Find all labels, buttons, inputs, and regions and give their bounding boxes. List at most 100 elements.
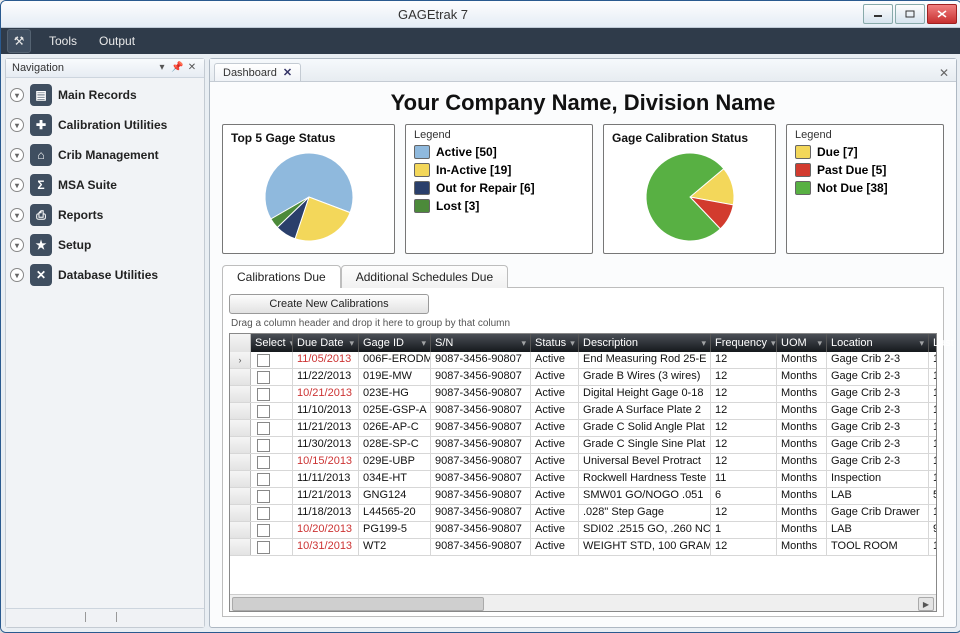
cell-select[interactable] xyxy=(251,505,293,521)
nav-item[interactable]: ▾✕Database Utilities xyxy=(8,260,202,290)
table-row[interactable]: 11/22/2013019E-MW9087-3456-90807ActiveGr… xyxy=(230,369,936,386)
window-close-button[interactable] xyxy=(927,4,957,24)
window-maximize-button[interactable] xyxy=(895,4,925,24)
cell-select[interactable] xyxy=(251,403,293,419)
col-due-date[interactable]: Due Date▾ xyxy=(293,334,359,352)
cell-select[interactable] xyxy=(251,386,293,402)
checkbox[interactable] xyxy=(257,405,270,418)
filter-icon[interactable]: ▾ xyxy=(570,338,575,349)
cell-select[interactable] xyxy=(251,369,293,385)
navigation-close-icon[interactable]: ✕ xyxy=(186,62,198,74)
nav-item[interactable]: ▾▤Main Records xyxy=(8,80,202,110)
window-minimize-button[interactable] xyxy=(863,4,893,24)
nav-item[interactable]: ▾ΣMSA Suite xyxy=(8,170,202,200)
filter-icon[interactable]: ▾ xyxy=(771,338,776,349)
chevron-down-icon[interactable]: ▾ xyxy=(10,208,24,222)
checkbox[interactable] xyxy=(257,473,270,486)
col-gage-id[interactable]: Gage ID▾ xyxy=(359,334,431,352)
filter-icon[interactable]: ▾ xyxy=(349,338,354,349)
table-row[interactable]: 11/11/2013034E-HT9087-3456-90807ActiveRo… xyxy=(230,471,936,488)
col-location[interactable]: Location▾ xyxy=(827,334,929,352)
cell-select[interactable] xyxy=(251,352,293,368)
table-row[interactable]: 11/30/2013028E-SP-C9087-3456-90807Active… xyxy=(230,437,936,454)
filter-icon[interactable]: ▾ xyxy=(817,338,822,349)
table-row[interactable]: 11/21/2013GNG1249087-3456-90807ActiveSMW… xyxy=(230,488,936,505)
checkbox[interactable] xyxy=(257,439,270,452)
scroll-right-icon[interactable]: ▶ xyxy=(918,597,934,611)
navigation-dropdown-icon[interactable]: ▾ xyxy=(156,62,168,74)
row-header[interactable] xyxy=(230,471,251,487)
checkbox[interactable] xyxy=(257,388,270,401)
checkbox[interactable] xyxy=(257,507,270,520)
row-header[interactable]: › xyxy=(230,352,251,368)
col-last-calibration[interactable]: Last Calibration▾ xyxy=(929,334,956,352)
cell-select[interactable] xyxy=(251,522,293,538)
nav-item[interactable]: ▾⎙Reports xyxy=(8,200,202,230)
row-header[interactable] xyxy=(230,437,251,453)
nav-item[interactable]: ▾★Setup xyxy=(8,230,202,260)
col-description[interactable]: Description▾ xyxy=(579,334,711,352)
table-row[interactable]: 11/18/2013L44565-209087-3456-90807Active… xyxy=(230,505,936,522)
filter-icon[interactable]: ▾ xyxy=(701,338,706,349)
row-header[interactable] xyxy=(230,386,251,402)
row-header[interactable] xyxy=(230,488,251,504)
checkbox[interactable] xyxy=(257,371,270,384)
col-sn[interactable]: S/N▾ xyxy=(431,334,531,352)
table-row[interactable]: 11/10/2013025E-GSP-A9087-3456-90807Activ… xyxy=(230,403,936,420)
row-header[interactable] xyxy=(230,454,251,470)
row-header[interactable] xyxy=(230,505,251,521)
cell-select[interactable] xyxy=(251,471,293,487)
cell-select[interactable] xyxy=(251,488,293,504)
table-row[interactable]: 11/21/2013026E-AP-C9087-3456-90807Active… xyxy=(230,420,936,437)
col-status[interactable]: Status▾ xyxy=(531,334,579,352)
navigation-pin-icon[interactable]: 📌 xyxy=(171,62,183,74)
checkbox[interactable] xyxy=(257,354,270,367)
menu-tools[interactable]: Tools xyxy=(45,32,81,50)
row-header[interactable] xyxy=(230,522,251,538)
row-header[interactable] xyxy=(230,369,251,385)
chevron-down-icon[interactable]: ▾ xyxy=(10,268,24,282)
row-header[interactable] xyxy=(230,403,251,419)
create-new-calibrations-button[interactable]: Create New Calibrations xyxy=(229,294,429,314)
checkbox[interactable] xyxy=(257,541,270,554)
chevron-down-icon[interactable]: ▾ xyxy=(10,88,24,102)
checkbox[interactable] xyxy=(257,422,270,435)
tabstrip-close-icon[interactable]: ✕ xyxy=(936,65,952,81)
table-row[interactable]: 10/31/2013WT29087-3456-90807ActiveWEIGHT… xyxy=(230,539,936,556)
table-row[interactable]: 10/20/2013PG199-59087-3456-90807ActiveSD… xyxy=(230,522,936,539)
filter-icon[interactable]: ▾ xyxy=(521,338,526,349)
chevron-down-icon[interactable]: ▾ xyxy=(10,238,24,252)
group-by-hint[interactable]: Drag a column header and drop it here to… xyxy=(229,314,937,333)
table-row[interactable]: 10/15/2013029E-UBP9087-3456-90807ActiveU… xyxy=(230,454,936,471)
col-frequency[interactable]: Frequency▾ xyxy=(711,334,777,352)
tab-calibrations-due[interactable]: Calibrations Due xyxy=(222,265,341,288)
filter-icon[interactable]: ▾ xyxy=(919,338,924,349)
checkbox[interactable] xyxy=(257,490,270,503)
chevron-down-icon[interactable]: ▾ xyxy=(10,118,24,132)
chevron-down-icon[interactable]: ▾ xyxy=(10,178,24,192)
col-select[interactable]: Select▾ xyxy=(251,334,293,352)
table-row[interactable]: 10/21/2013023E-HG9087-3456-90807ActiveDi… xyxy=(230,386,936,403)
checkbox[interactable] xyxy=(257,524,270,537)
row-header[interactable] xyxy=(230,420,251,436)
chevron-down-icon[interactable]: ▾ xyxy=(10,148,24,162)
cell-select[interactable] xyxy=(251,437,293,453)
checkbox[interactable] xyxy=(257,456,270,469)
nav-item[interactable]: ▾⌂Crib Management xyxy=(8,140,202,170)
cell-select[interactable] xyxy=(251,420,293,436)
filter-icon[interactable]: ▾ xyxy=(421,338,426,349)
col-uom[interactable]: UOM▾ xyxy=(777,334,827,352)
cell-select[interactable] xyxy=(251,539,293,555)
scrollbar-thumb[interactable] xyxy=(232,597,484,611)
tab-dashboard[interactable]: Dashboard ✕ xyxy=(214,63,301,81)
table-row[interactable]: ›11/05/2013006F-ERODM9087-3456-90807Acti… xyxy=(230,352,936,369)
row-header[interactable] xyxy=(230,539,251,555)
cell-select[interactable] xyxy=(251,454,293,470)
tab-additional-schedules-due[interactable]: Additional Schedules Due xyxy=(341,265,508,288)
tab-close-icon[interactable]: ✕ xyxy=(283,66,292,79)
menu-output[interactable]: Output xyxy=(95,32,139,50)
navigation-scrollbar[interactable] xyxy=(6,608,204,627)
app-menu-button[interactable]: ⚒ xyxy=(7,29,31,53)
nav-item[interactable]: ▾✚Calibration Utilities xyxy=(8,110,202,140)
grid-horizontal-scrollbar[interactable]: ▶ xyxy=(230,594,936,611)
